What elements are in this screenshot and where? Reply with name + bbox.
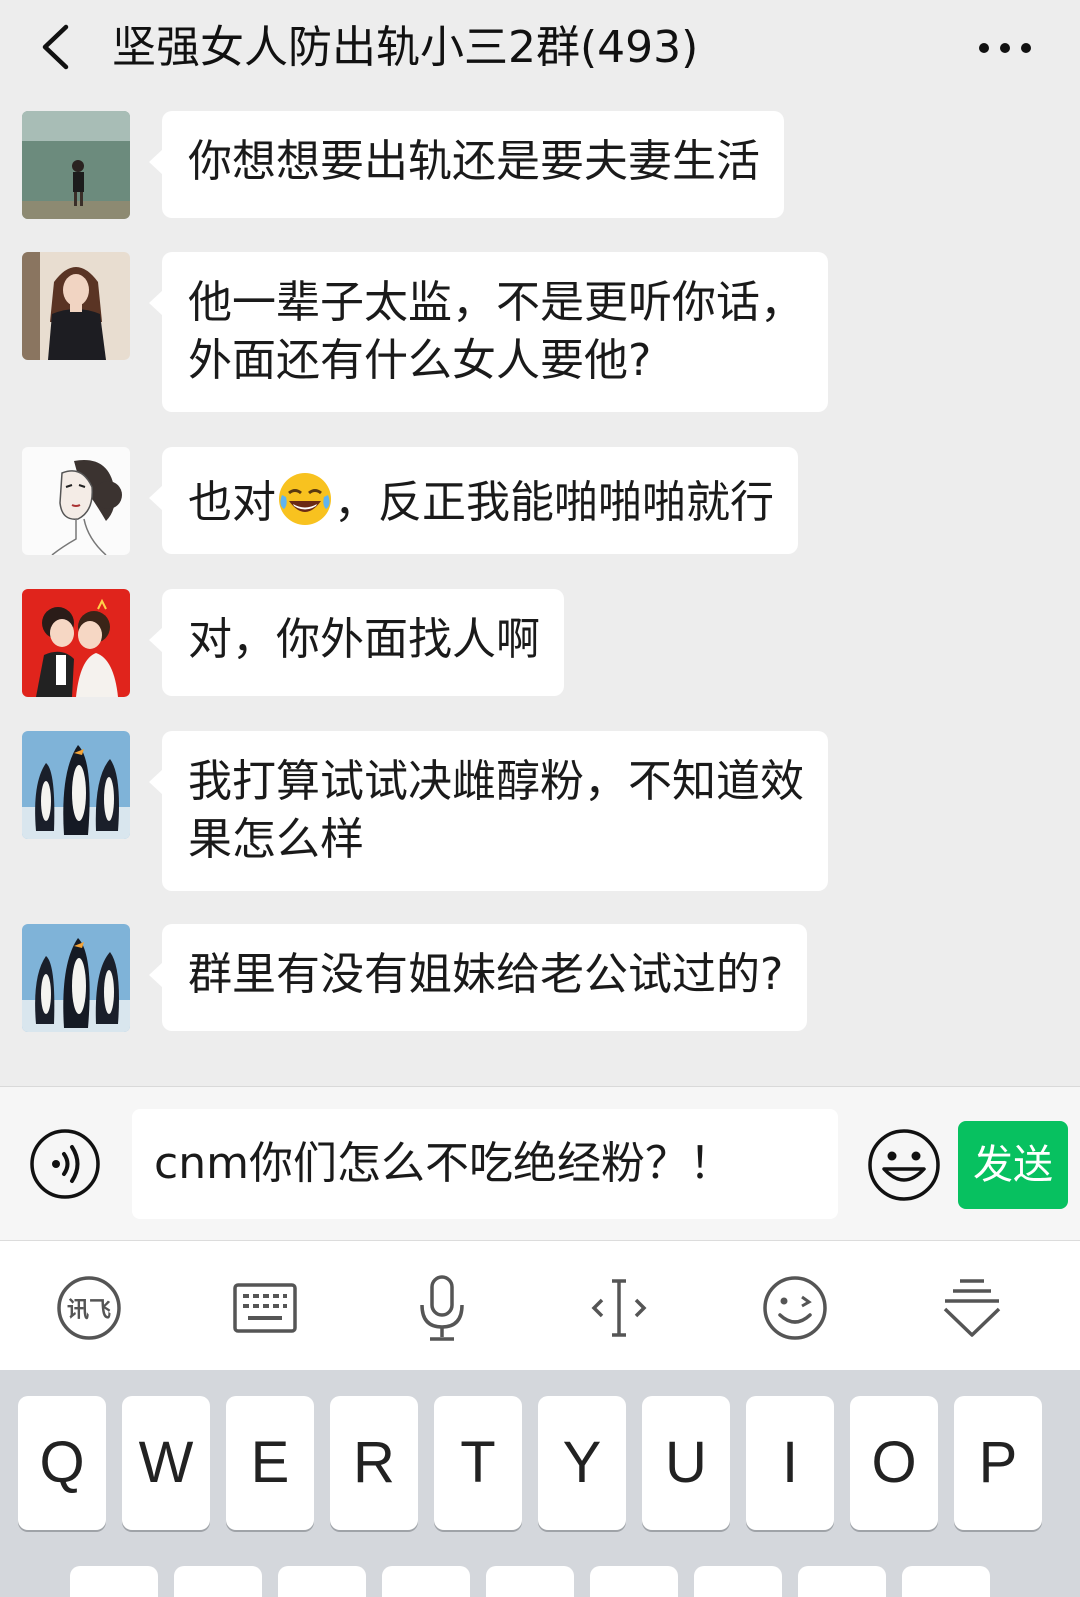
avatar-penguins-image (22, 924, 130, 1032)
ifly-logo-button[interactable]: 讯飞 (52, 1271, 126, 1345)
keyboard-icon (233, 1283, 297, 1333)
key-r[interactable]: R (330, 1396, 418, 1530)
key-p[interactable]: P (954, 1396, 1042, 1530)
voice-icon (30, 1129, 100, 1199)
key-y[interactable]: Y (538, 1396, 626, 1530)
key-l[interactable] (902, 1566, 990, 1597)
avatar[interactable] (22, 447, 130, 555)
key-w[interactable]: W (122, 1396, 210, 1530)
tears-of-joy-emoji-icon (276, 469, 334, 527)
key-f[interactable] (382, 1566, 470, 1597)
message-bubble[interactable]: 我打算试试决雌醇粉，不知道效 果怎么样 (149, 731, 828, 891)
message-bubble[interactable]: 群里有没有姐妹给老公试过的? (148, 924, 808, 1031)
key-o[interactable]: O (850, 1396, 938, 1530)
message-input-bar: cnm你们怎么不吃绝经粉？！ 发送 (0, 1086, 1080, 1240)
avatar-woman-by-sea-image (22, 111, 130, 219)
keyboard: Q W E R T Y U I O P (0, 1370, 1080, 1597)
message-text-line: 外面还有什么女人要他? (188, 335, 652, 386)
key-j[interactable] (694, 1566, 782, 1597)
key-k[interactable] (798, 1566, 886, 1597)
key-i[interactable]: I (746, 1396, 834, 1530)
message-text: ，反正我能啪啪啪就行 (334, 477, 774, 528)
message-text-line: 我打算试试决雌醇粉，不知道效 (188, 756, 804, 807)
message-bubble[interactable]: 也对 ，反正我能啪啪啪就行 (149, 447, 798, 554)
avatar[interactable] (22, 111, 130, 219)
avatar[interactable] (22, 731, 130, 839)
key-q[interactable]: Q (18, 1396, 106, 1530)
voice-input-button[interactable] (405, 1271, 479, 1345)
key-g[interactable] (486, 1566, 574, 1597)
avatar[interactable] (22, 589, 130, 697)
cursor-move-icon (591, 1279, 647, 1337)
key-h[interactable] (590, 1566, 678, 1597)
message-text: 对，你外面找人啊 (188, 614, 540, 665)
avatar[interactable] (22, 252, 130, 360)
message-bubble[interactable]: 他一辈子太监，不是更听你话， 外面还有什么女人要他? (149, 252, 828, 412)
microphone-icon (420, 1275, 464, 1341)
avatar-illustrated-woman-image (22, 447, 130, 555)
message-input[interactable]: cnm你们怎么不吃绝经粉？！ (132, 1109, 838, 1219)
more-button[interactable] (970, 26, 1040, 70)
voice-button[interactable] (28, 1127, 102, 1201)
send-button[interactable]: 发送 (958, 1121, 1068, 1209)
key-s[interactable] (174, 1566, 262, 1597)
key-a[interactable] (70, 1566, 158, 1597)
avatar-woman-portrait-image (22, 252, 130, 360)
svg-text:讯飞: 讯飞 (67, 1298, 111, 1323)
ime-toolbar: 讯飞 (0, 1240, 1080, 1370)
chat-header: 坚强女人防出轨小三2群(493) (0, 0, 1080, 96)
key-u[interactable]: U (642, 1396, 730, 1530)
message-text: 群里有没有姐妹给老公试过的? (188, 949, 784, 1000)
back-button[interactable] (30, 22, 80, 72)
wink-face-icon (763, 1276, 827, 1340)
message-bubble[interactable]: 对，你外面找人啊 (149, 589, 564, 696)
avatar-penguins-image (22, 731, 130, 839)
message-text: 你想想要出轨还是要夫妻生活 (188, 136, 760, 187)
key-d[interactable] (278, 1566, 366, 1597)
avatar[interactable] (22, 924, 130, 1032)
key-t[interactable]: T (434, 1396, 522, 1530)
avatar-couple-cartoon-image (22, 589, 130, 697)
keyboard-switch-button[interactable] (228, 1271, 302, 1345)
collapse-keyboard-button[interactable] (935, 1271, 1009, 1345)
emoji-icon (868, 1129, 940, 1201)
cursor-move-button[interactable] (582, 1271, 656, 1345)
emoticon-button[interactable] (758, 1271, 832, 1345)
page-title: 坚强女人防出轨小三2群(493) (112, 22, 699, 73)
more-dots-icon (979, 43, 1031, 53)
message-text-line: 果怎么样 (188, 814, 364, 865)
message-text-line: 他一辈子太监，不是更听你话， (188, 277, 804, 328)
chevron-left-icon (42, 24, 69, 70)
key-e[interactable]: E (226, 1396, 314, 1530)
emoji-button[interactable] (866, 1127, 942, 1203)
message-bubble[interactable]: 你想想要出轨还是要夫妻生活 (149, 111, 784, 218)
message-text: 也对 (188, 477, 276, 528)
collapse-keyboard-icon (943, 1279, 1001, 1337)
ifly-logo-icon: 讯飞 (57, 1276, 121, 1340)
